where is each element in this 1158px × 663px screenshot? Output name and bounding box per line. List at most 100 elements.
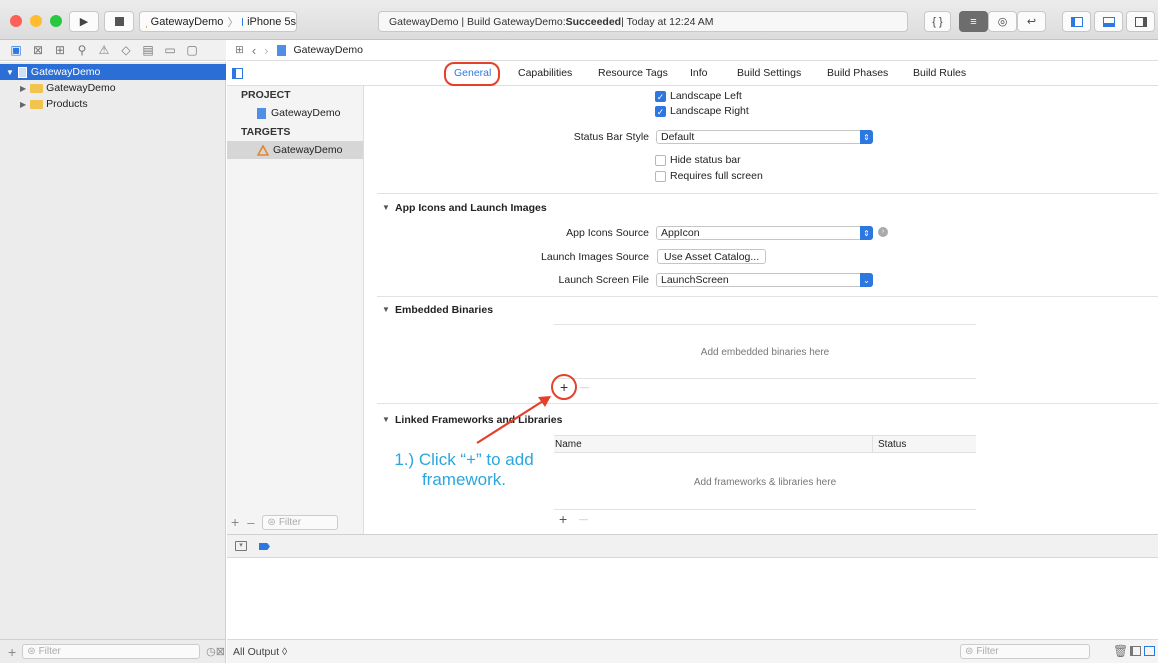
tab-build-settings[interactable]: Build Settings — [737, 67, 801, 79]
requires-full-screen-checkbox[interactable] — [655, 171, 666, 182]
filter-icon: ⊜ — [27, 646, 36, 657]
split-view-right-icon[interactable] — [1144, 646, 1155, 656]
find-icon[interactable]: ⚲ — [74, 43, 90, 57]
scheme-selector[interactable]: GatewayDemo 〉 iPhone 5s — [139, 11, 297, 32]
add-framework-button[interactable]: + — [559, 511, 567, 527]
console-filter-placeholder: Filter — [976, 646, 999, 657]
updown-chevron-icon: ⇕ — [860, 130, 873, 144]
outline-filter-input[interactable]: ⊜ Filter — [262, 514, 339, 530]
rings-icon: ◎ — [997, 16, 1008, 28]
editor-tab-bar: General Capabilities Resource Tags Info … — [227, 62, 1158, 86]
disclosure-down-icon[interactable]: ▼ — [382, 203, 390, 212]
requires-full-screen-label: Requires full screen — [670, 170, 763, 182]
nav-item-folder-products[interactable]: ▶ Products — [0, 96, 226, 112]
test-icon[interactable]: ◇ — [118, 43, 134, 57]
zoom-window-button[interactable] — [50, 15, 62, 27]
hide-outline-icon[interactable] — [232, 68, 243, 79]
add-target-icon[interactable]: + — [231, 514, 239, 530]
section-divider — [377, 296, 1158, 297]
status-bar-style-popup[interactable]: Default ⇕ — [656, 130, 873, 144]
tab-info[interactable]: Info — [690, 67, 708, 79]
window-toolbar: ▶ GatewayDemo 〉 iPhone 5s GatewayDemo | … — [0, 0, 1158, 40]
launch-images-source-label: Launch Images Source — [541, 251, 649, 263]
use-asset-catalog-button[interactable]: Use Asset Catalog... — [657, 249, 767, 264]
debug-bar: ▾ — [227, 534, 1158, 558]
warning-icon[interactable]: ⚠ — [96, 43, 112, 57]
recent-files-icon[interactable]: ◷⊠ — [206, 645, 225, 658]
output-selector[interactable]: All Output ◊ — [233, 646, 287, 658]
nav-item-label: GatewayDemo — [46, 82, 116, 94]
tab-capabilities[interactable]: Capabilities — [518, 67, 572, 79]
symbol-icon[interactable]: ⊞ — [52, 43, 68, 57]
activity-suffix: | Today at 12:24 AM — [621, 15, 714, 28]
back-arrow-icon[interactable]: ‹ — [252, 43, 256, 58]
linked-frameworks-section-header[interactable]: Linked Frameworks and Libraries — [395, 414, 562, 426]
remove-framework-button[interactable]: — — [579, 514, 588, 524]
chevron-down-icon: ⌄ — [860, 273, 873, 287]
jumpbar-file[interactable]: GatewayDemo — [294, 44, 363, 56]
outline-project-item[interactable]: GatewayDemo — [227, 104, 363, 122]
run-button[interactable]: ▶ — [69, 11, 99, 32]
navigator-filter-input[interactable]: ⊜ Filter — [22, 644, 201, 659]
scheme-device-label: iPhone 5s — [247, 15, 296, 28]
navigator-selector-bar: ▣ ⊠ ⊞ ⚲ ⚠ ◇ ▤ ▭ ▢ — [0, 40, 226, 61]
app-icons-section-header[interactable]: App Icons and Launch Images — [395, 202, 547, 214]
tab-build-phases[interactable]: Build Phases — [827, 67, 888, 79]
version-editor-button[interactable]: ↩ — [1017, 11, 1046, 32]
source-control-icon[interactable]: ⊠ — [30, 43, 46, 57]
outline-target-item[interactable]: GatewayDemo — [227, 141, 363, 159]
hide-status-bar-label: Hide status bar — [670, 154, 741, 166]
console-area[interactable] — [227, 558, 1158, 639]
debug-icon[interactable]: ▤ — [140, 43, 156, 57]
hide-debug-area-icon[interactable]: ▾ — [235, 541, 247, 551]
toggle-debug-area-button[interactable] — [1094, 11, 1123, 32]
embedded-binaries-section-header[interactable]: Embedded Binaries — [395, 304, 493, 316]
folder-icon[interactable]: ▣ — [8, 43, 24, 57]
use-asset-catalog-label: Use Asset Catalog... — [664, 250, 760, 263]
landscape-left-checkbox[interactable]: ✓ — [655, 91, 666, 102]
landscape-right-checkbox[interactable]: ✓ — [655, 106, 666, 117]
xcode-app-icon — [146, 25, 147, 28]
checkmark-icon: ✓ — [656, 107, 665, 117]
tab-general[interactable]: General — [454, 67, 491, 79]
stop-icon — [114, 17, 124, 26]
column-header-name[interactable]: Name — [555, 439, 582, 450]
stop-button[interactable] — [104, 11, 134, 32]
trash-icon[interactable]: 🗑 — [1113, 644, 1128, 658]
disclosure-down-icon[interactable]: ▼ — [382, 415, 390, 424]
remove-embedded-binary-button[interactable]: — — [580, 382, 589, 392]
report-icon[interactable]: ▢ — [184, 43, 200, 57]
add-icon[interactable]: + — [8, 644, 16, 660]
outline-filter-placeholder: Filter — [278, 516, 302, 528]
tab-build-rules[interactable]: Build Rules — [913, 67, 966, 79]
toggle-navigator-button[interactable] — [1062, 11, 1091, 32]
column-header-status[interactable]: Status — [878, 439, 906, 450]
nav-item-project[interactable]: ▼ GatewayDemo — [0, 64, 226, 80]
disclosure-down-icon[interactable]: ▼ — [382, 305, 390, 314]
bottom-panel-icon — [1102, 16, 1115, 27]
disclosure-right-icon: ▶ — [20, 99, 27, 109]
breakpoints-toggle-icon[interactable] — [259, 543, 270, 550]
related-items-icon[interactable]: ⊞ — [235, 44, 244, 56]
toggle-utilities-button[interactable] — [1126, 11, 1155, 32]
hide-status-bar-checkbox[interactable] — [655, 155, 666, 166]
app-icons-source-popup[interactable]: AppIcon ⇕ — [656, 226, 873, 240]
assistant-editor-button[interactable]: ◎ — [988, 11, 1017, 32]
minimize-window-button[interactable] — [30, 15, 42, 27]
disclosure-right-icon: ▶ — [20, 83, 27, 93]
nav-item-folder-gatewaydemo[interactable]: ▶ GatewayDemo — [0, 80, 226, 96]
tab-resource-tags[interactable]: Resource Tags — [598, 67, 668, 79]
standard-editor-button[interactable]: ≡ — [959, 11, 988, 32]
lines-icon: ≡ — [970, 15, 977, 28]
breakpoint-icon[interactable]: ▭ — [162, 43, 178, 57]
forward-arrow-icon[interactable]: › — [264, 43, 268, 58]
launch-screen-file-combo[interactable]: LaunchScreen ⌄ — [656, 273, 873, 287]
close-window-button[interactable] — [10, 15, 22, 27]
console-filter-input[interactable]: ⊜ Filter — [960, 644, 1090, 659]
split-view-left-icon[interactable] — [1130, 646, 1141, 656]
add-embedded-binary-button[interactable]: + — [560, 379, 568, 395]
remove-target-icon[interactable]: – — [247, 515, 254, 530]
play-icon: ▶ — [79, 16, 89, 28]
library-button[interactable]: { } — [924, 11, 951, 32]
go-to-arrow-icon[interactable]: › — [878, 227, 888, 237]
